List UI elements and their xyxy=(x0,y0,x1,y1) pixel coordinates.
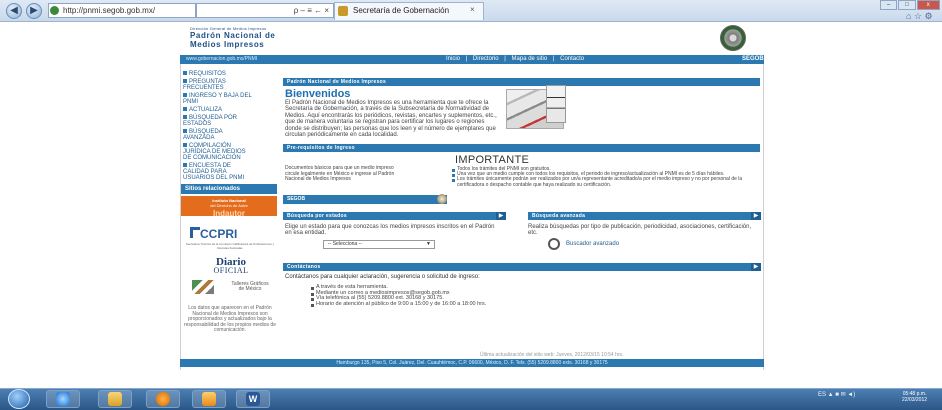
advanced-search-text: Realiza búsquedas por tipo de publicació… xyxy=(528,224,752,237)
states-search-text: Elige un estado para que conozcas los me… xyxy=(285,224,495,237)
bullet-icon xyxy=(183,143,187,148)
nav-contacto[interactable]: Contacto xyxy=(560,56,584,62)
chevron-down-icon: ▼ xyxy=(426,241,431,247)
sidebar-item-preguntas[interactable]: PREGUNTAS FRECUENTES xyxy=(183,79,253,91)
segob-seal-icon xyxy=(437,194,447,204)
advanced-arrow-icon[interactable]: ▶ xyxy=(751,212,761,220)
sidebar-item-actualiza[interactable]: ACTUALIZA xyxy=(183,107,277,113)
sidebar-item-encuesta[interactable]: ENCUESTA DE CALIDAD PARA USUARIOS DEL PN… xyxy=(183,163,253,181)
internet-explorer-icon xyxy=(56,392,70,406)
states-arrow-icon[interactable]: ▶ xyxy=(496,212,506,220)
advanced-search-link[interactable]: Buscador avanzado xyxy=(566,241,619,247)
back-button[interactable]: ◀ xyxy=(6,3,22,19)
bullet-icon xyxy=(183,129,187,134)
segob-bar: SEGOB xyxy=(283,195,447,204)
ccpri-logo-icon xyxy=(190,227,200,238)
system-tray[interactable]: ES ▲ ■ ✉ ◄) xyxy=(818,391,855,398)
talleres-link[interactable]: Talleres Gráficos de México xyxy=(230,282,270,292)
bullet-icon xyxy=(183,163,187,168)
last-update: Última actualización del sitio web: Juev… xyxy=(480,352,624,358)
browser-tools-icons[interactable]: ⌂ ☆ ⚙ xyxy=(906,11,933,22)
header-title[interactable]: Padrón Nacional de xyxy=(190,31,275,40)
taskbar xyxy=(0,388,942,410)
media-player-icon xyxy=(156,392,170,406)
list-item: Los trámites únicamente podrán ser reali… xyxy=(452,177,752,187)
advanced-search-bar: Búsqueda avanzada xyxy=(528,212,760,220)
sidebar-item-busqueda-estados[interactable]: BÚSQUEDA POR ESTADOS xyxy=(183,115,265,127)
bullet-icon xyxy=(183,107,187,112)
disclaimer-text: Los datos que aparecen en el Padrón Naci… xyxy=(183,305,276,333)
page-margin xyxy=(0,22,180,370)
forward-button[interactable]: ▶ xyxy=(26,3,42,19)
ccpri-link[interactable]: CCPRI xyxy=(200,227,237,241)
contact-text: Contáctanos para cualquier aclaración, s… xyxy=(285,274,480,280)
address-bar[interactable]: http://pnmi.segob.gob.mx/ xyxy=(48,3,196,18)
clock-date: 22/03/2012 xyxy=(902,397,928,403)
sidebar-item-compilacion[interactable]: COMPILACIÓN JURÍDICA DE MEDIOS DE COMUNI… xyxy=(183,143,253,161)
bullet-icon xyxy=(183,71,187,76)
states-search-bar: Búsqueda por estados xyxy=(283,212,505,220)
nav-directorio[interactable]: Directorio xyxy=(473,56,499,62)
tab-favicon-icon xyxy=(338,6,348,16)
sidebar-item-requisitos[interactable]: REQUISITOS xyxy=(183,71,277,77)
top-nav: Inicio | Directorio | Mapa de sitio | Co… xyxy=(444,56,586,62)
prereq-text[interactable]: Documentos básicos para que un medio imp… xyxy=(285,165,397,183)
nav-sep: | xyxy=(552,56,555,62)
related-sites-title: Sitios relacionados xyxy=(181,184,277,194)
magnifier-icon[interactable] xyxy=(548,238,560,250)
maximize-button[interactable]: □ xyxy=(898,0,916,10)
contact-list: A través de esta herramienta. Mediante u… xyxy=(311,284,711,308)
prereq-section-bar: Pre-requisitos de Ingreso xyxy=(283,144,760,152)
indautor-line2: del Derecho de Autor xyxy=(210,203,248,208)
start-button-icon[interactable] xyxy=(8,389,30,409)
nav-inicio[interactable]: Inicio xyxy=(446,56,460,62)
tab-close-icon[interactable]: × xyxy=(470,5,475,14)
ccpri-subtitle: Secretaría Técnica de la Comisión Califi… xyxy=(185,242,275,250)
close-window-button[interactable]: x xyxy=(916,0,940,10)
page-footer: Hamburgo 135, Piso 5, Col. Juárez, Del. … xyxy=(180,359,764,367)
indautor-logo-text[interactable]: Indautor xyxy=(181,209,277,218)
contact-arrow-icon[interactable]: ▶ xyxy=(751,263,761,271)
sidebar-item-busqueda-avanzada[interactable]: BÚSQUEDA AVANZADA xyxy=(183,129,245,141)
bullet-icon xyxy=(183,115,187,120)
nav-mapa-sitio[interactable]: Mapa de sitio xyxy=(512,56,548,62)
site-url: www.gobernacion.gob.mx/PNMI xyxy=(186,56,258,62)
clock[interactable]: 05:48 p.m. 22/03/2012 xyxy=(902,391,927,403)
list-item: Horario de atención al público de 9:00 a… xyxy=(311,301,711,308)
header-title-2[interactable]: Medios Impresos xyxy=(190,40,264,49)
state-select[interactable]: -- Selecciona -- ▼ xyxy=(323,240,435,249)
minimize-button[interactable]: – xyxy=(880,0,898,10)
nav-sep: | xyxy=(465,56,468,62)
talleres-logo-icon[interactable] xyxy=(192,280,214,294)
newspapers-image-2 xyxy=(546,85,566,123)
welcome-text: El Padrón Nacional de Medios Impresos es… xyxy=(285,100,497,139)
important-list: Todos los trámites del PNMI son gratuito… xyxy=(452,166,752,188)
app-icon xyxy=(202,392,216,406)
browser-tab[interactable]: Secretaría de Gobernación xyxy=(334,2,484,20)
sidebar-item-ingreso-baja[interactable]: INGRESO Y BAJA DEL PNMI xyxy=(183,93,253,105)
important-title: IMPORTANTE xyxy=(455,154,530,166)
bullet-icon xyxy=(183,93,187,98)
contact-bar: Contáctanos xyxy=(283,263,760,271)
site-favicon-icon xyxy=(50,6,59,15)
folder-icon xyxy=(108,392,122,406)
window-controls: – □ x xyxy=(880,0,940,10)
segob-brand[interactable]: SEGOB xyxy=(742,56,764,62)
diario-oficial-subtitle[interactable]: OFICIAL xyxy=(186,266,276,275)
mexico-seal-icon xyxy=(720,25,746,51)
nav-sep: | xyxy=(504,56,506,62)
pnm-section-bar: Padrón Nacional de Medios Impresos xyxy=(283,78,760,86)
bullet-icon xyxy=(183,79,187,84)
address-tools[interactable]: ρ – ≡ ← × xyxy=(196,3,334,18)
welcome-title: Bienvenidos xyxy=(285,88,351,100)
word-icon: W xyxy=(246,392,260,406)
